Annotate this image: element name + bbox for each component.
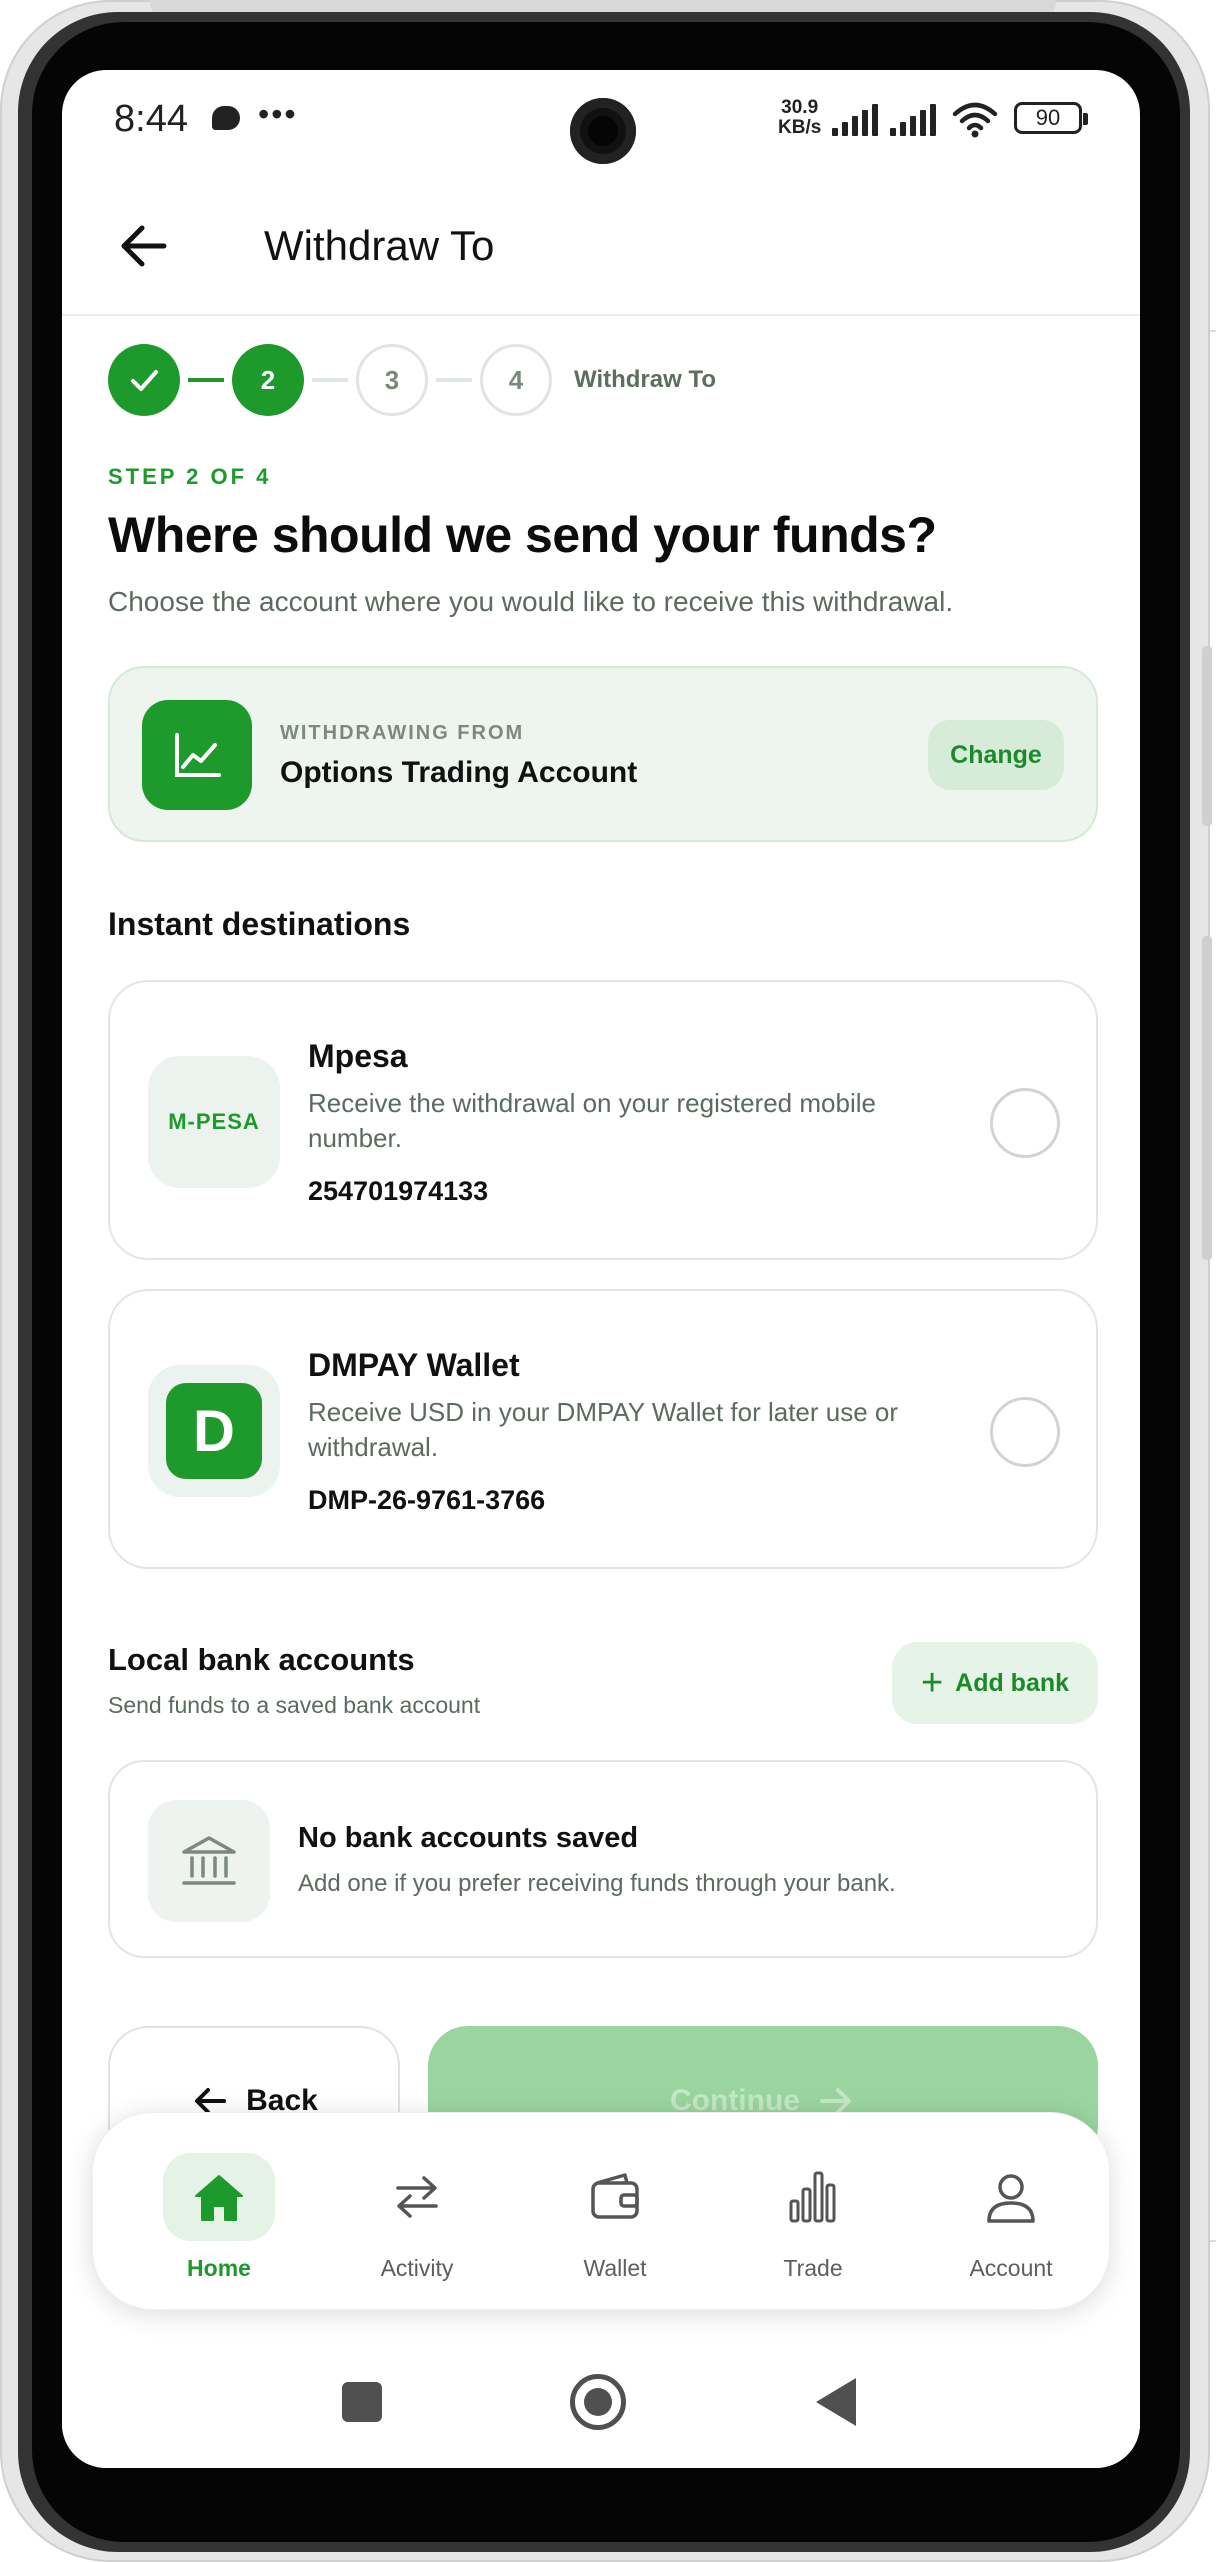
dmpay-logo-container: D [148,1365,280,1497]
wallet-icon-wrap [559,2153,671,2241]
more-notifications-icon: ••• [258,96,298,132]
source-account-name: Options Trading Account [280,756,638,789]
bank-building-icon [182,1836,236,1885]
destination-description: Receive USD in your DMPAY Wallet for lat… [308,1397,899,1462]
page-title: Where should we send your funds? [108,507,937,563]
add-bank-button[interactable]: + Add bank [892,1642,1098,1724]
nav-label: Activity [380,2255,454,2281]
wifi-icon [952,102,998,138]
battery-icon: 90 [1014,102,1088,134]
status-time: 8:44 [114,98,188,140]
no-bank-accounts-card: No bank accounts saved Add one if you pr… [108,1760,1098,1958]
destination-name: Mpesa [308,1038,408,1074]
account-icon-wrap [955,2153,1067,2241]
network-speed: 30.9 KB/s [778,98,821,138]
back-arrow-icon[interactable] [114,216,174,276]
add-bank-label: Add bank [955,1668,1070,1697]
back-system-icon[interactable] [816,2378,856,2426]
check-icon [131,370,158,391]
front-camera [570,98,636,164]
home-system-icon[interactable] [570,2374,626,2430]
power-button [1202,936,1212,1260]
local-bank-subtitle: Send funds to a saved bank account [108,1692,481,1718]
network-speed-value: 30.9 [781,97,819,118]
step-1-complete [108,344,180,416]
nav-trade[interactable]: Trade [723,2153,903,2293]
status-bar: 8:44 ••• 30.9 KB/s 90 [62,70,1140,180]
nav-account[interactable]: Account [921,2153,1101,2293]
nav-label: Account [969,2255,1053,2281]
step-kicker: STEP 2 OF 4 [108,464,272,489]
change-account-button[interactable]: Change [928,720,1064,790]
swap-arrows-icon [396,2176,438,2218]
system-navigation-bar [62,2338,1140,2468]
step-4: 4 [480,344,552,416]
trade-icon-wrap [757,2153,869,2241]
wallet-icon [591,2173,639,2219]
step-connector [436,378,472,382]
volume-button [1202,646,1212,826]
trading-account-icon [142,700,252,810]
activity-icon-wrap [361,2153,473,2241]
network-speed-unit: KB/s [778,117,822,138]
withdraw-stepper: 2 3 4 Withdraw To [108,344,716,416]
nav-label: Wallet [583,2255,647,2281]
destination-name: DMPAY Wallet [308,1347,520,1383]
destination-card-mpesa[interactable]: M-PESA Mpesa Receive the withdrawal on y… [108,980,1098,1260]
plus-icon: + [920,1662,944,1704]
nav-home[interactable]: Home [129,2153,309,2293]
nav-label: Trade [783,2255,843,2281]
nav-wallet[interactable]: Wallet [525,2153,705,2293]
trend-chart-icon [175,733,221,777]
destination-account-number: 254701974133 [308,1176,489,1206]
destination-description: Receive the withdrawal on your registere… [308,1088,876,1153]
step-connector [188,378,224,382]
chat-notification-icon [212,106,240,130]
withdrawing-from-label: WITHDRAWING FROM [280,722,525,744]
step-3: 3 [356,344,428,416]
dmpay-radio[interactable] [990,1397,1060,1467]
empty-bank-description: Add one if you prefer receiving funds th… [298,1870,896,1897]
dmpay-logo-letter: D [193,1398,235,1464]
signal-2-icon [890,104,936,136]
phone-screen: 8:44 ••• 30.9 KB/s 90 Withdraw To 2 3 4 … [62,70,1140,2468]
nav-label: Home [187,2255,251,2281]
bar-chart-icon [789,2171,836,2223]
page-header-title: Withdraw To [264,222,495,269]
home-icon-wrap [163,2153,275,2241]
local-bank-heading: Local bank accounts [108,1642,415,1677]
signal-1-icon [832,104,878,136]
destination-card-dmpay[interactable]: D DMPAY Wallet Receive USD in your DMPAY… [108,1289,1098,1569]
nav-activity[interactable]: Activity [327,2153,507,2293]
stepper-label: Withdraw To [574,366,716,393]
mpesa-logo: M-PESA [148,1056,280,1188]
destination-account-number: DMP-26-9761-3766 [308,1485,546,1515]
app-header: Withdraw To [62,180,1140,316]
mpesa-logo-text: M-PESA [168,1109,260,1134]
step-2-current: 2 [232,344,304,416]
dmpay-logo: D [166,1383,262,1479]
instant-destinations-heading: Instant destinations [108,906,411,942]
page-subtitle: Choose the account where you would like … [108,586,954,617]
bank-icon-container [148,1800,270,1922]
step-connector [312,378,348,382]
mpesa-radio[interactable] [990,1088,1060,1158]
user-icon [987,2174,1035,2223]
recent-apps-icon[interactable] [342,2382,382,2422]
withdrawing-from-card: WITHDRAWING FROM Options Trading Account… [108,666,1098,842]
home-icon [195,2175,243,2221]
bottom-navigation: Home Activity Wallet Trade Account [92,2112,1110,2310]
empty-bank-title: No bank accounts saved [298,1822,639,1854]
